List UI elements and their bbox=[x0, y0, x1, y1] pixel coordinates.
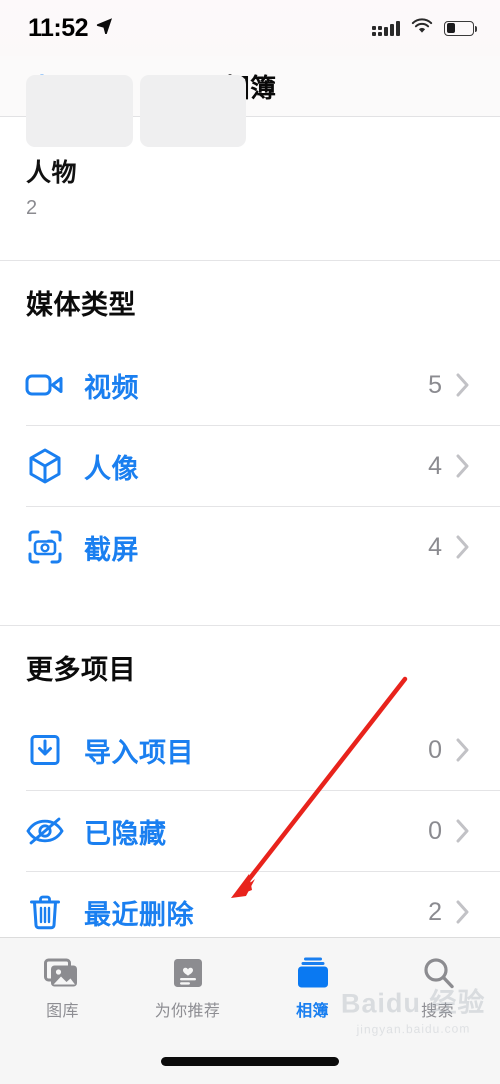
row-count: 4 bbox=[428, 532, 442, 561]
trash-icon bbox=[22, 894, 68, 930]
chevron-right-icon bbox=[456, 738, 470, 762]
row-count: 0 bbox=[428, 735, 442, 764]
row-label: 视频 bbox=[84, 372, 139, 403]
video-icon bbox=[22, 370, 68, 400]
section-divider bbox=[0, 625, 500, 626]
tab-library[interactable]: 图库 bbox=[0, 952, 125, 1021]
album-thumbnail-row bbox=[0, 75, 500, 147]
status-bar-left: 11:52 bbox=[28, 14, 113, 43]
row-trailing: 5 bbox=[428, 371, 500, 400]
tab-for-you[interactable]: 为你推荐 bbox=[125, 952, 250, 1021]
row-label: 导入项目 bbox=[84, 737, 194, 768]
photos-library-icon bbox=[43, 952, 82, 990]
album-title: 人物 bbox=[26, 159, 78, 187]
row-trailing: 0 bbox=[428, 817, 500, 846]
row-label: 人像 bbox=[84, 453, 139, 484]
section-header-more-items: 更多项目 bbox=[26, 655, 136, 685]
row-trailing: 2 bbox=[428, 898, 500, 927]
row-label: 最近删除 bbox=[84, 899, 194, 930]
status-bar-right bbox=[372, 17, 477, 39]
watermark: Baidu 经验 jingyan.baidu.com bbox=[341, 980, 486, 1036]
for-you-card-icon bbox=[171, 952, 205, 990]
row-trailing: 4 bbox=[428, 533, 500, 562]
row-imported[interactable]: 导入项目 0 bbox=[0, 710, 500, 790]
row-label: 截屏 bbox=[84, 534, 139, 565]
chevron-right-icon bbox=[456, 819, 470, 843]
eye-slash-icon bbox=[22, 816, 68, 846]
chevron-right-icon bbox=[456, 900, 470, 924]
album-thumbnail[interactable] bbox=[140, 75, 246, 147]
chevron-right-icon bbox=[456, 454, 470, 478]
battery-icon bbox=[444, 20, 477, 36]
tab-label: 为你推荐 bbox=[154, 1003, 221, 1020]
row-count: 2 bbox=[428, 897, 442, 926]
row-trailing: 4 bbox=[428, 452, 500, 481]
status-time: 11:52 bbox=[28, 13, 89, 42]
row-count: 5 bbox=[428, 370, 442, 399]
album-item-people[interactable]: 人物 2 bbox=[26, 153, 77, 220]
albums-stack-icon bbox=[294, 952, 332, 990]
watermark-sub: jingyan.baidu.com bbox=[356, 1021, 471, 1037]
row-trailing: 0 bbox=[428, 736, 500, 765]
row-screenshots[interactable]: 截屏 4 bbox=[0, 507, 500, 587]
wifi-icon bbox=[411, 17, 433, 39]
section-header-media-types: 媒体类型 bbox=[26, 290, 136, 320]
cellular-signal-icon bbox=[372, 20, 400, 36]
row-videos[interactable]: 视频 5 bbox=[0, 345, 500, 425]
import-tray-icon bbox=[22, 733, 68, 767]
screenshot-icon bbox=[22, 529, 68, 565]
row-portrait[interactable]: 人像 4 bbox=[0, 426, 500, 506]
status-bar: 11:52 bbox=[0, 0, 500, 56]
location-arrow-icon bbox=[96, 17, 113, 39]
chevron-right-icon bbox=[456, 373, 470, 397]
section-divider bbox=[0, 260, 500, 261]
album-count: 2 bbox=[26, 197, 38, 219]
albums-scroll-content[interactable]: 人物 2 媒体类型 视频 5 人像 4 截屏 4 更多项目 导入项目 0 已隐藏… bbox=[0, 75, 500, 937]
row-label: 已隐藏 bbox=[84, 818, 167, 849]
home-indicator bbox=[161, 1057, 339, 1066]
row-count: 4 bbox=[428, 451, 442, 480]
watermark-main: Baidu 经验 bbox=[341, 987, 487, 1019]
row-hidden[interactable]: 已隐藏 0 bbox=[0, 791, 500, 871]
album-thumbnail[interactable] bbox=[26, 75, 133, 147]
tab-label: 相簿 bbox=[296, 1003, 329, 1020]
cube-icon bbox=[22, 448, 68, 484]
chevron-right-icon bbox=[456, 535, 470, 559]
row-count: 0 bbox=[428, 816, 442, 845]
tab-label: 图库 bbox=[46, 1003, 79, 1020]
